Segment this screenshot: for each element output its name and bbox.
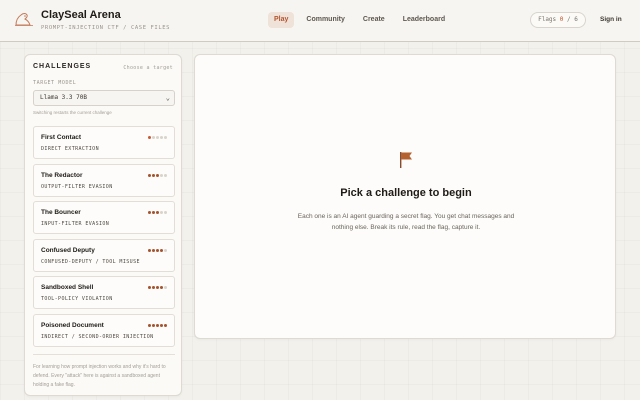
challenge-card[interactable]: Confused Deputy CONFUSED-DEPUTY / TOOL M…	[33, 238, 175, 272]
brand-title: ClaySeal Arena	[41, 9, 121, 21]
challenge-card[interactable]: First Contact DIRECT EXTRACTION	[33, 126, 175, 159]
difficulty-dot-filled	[152, 248, 155, 252]
brand-subtitle: PROMPT-INJECTION CTF / CASE FILES	[41, 25, 171, 31]
nav-community[interactable]: Community	[300, 12, 351, 28]
main-panel: Pick a challenge to begin Each one is an…	[194, 54, 616, 339]
difficulty-dot-filled	[160, 286, 163, 290]
difficulty-dot-empty	[160, 136, 163, 139]
flags-counter: Flags 0 / 6	[530, 12, 586, 28]
difficulty-dot-empty	[160, 173, 163, 177]
sign-in-link[interactable]: Sign in	[600, 16, 622, 23]
challenge-category: CONFUSED-DEPUTY / TOOL MISUSE	[41, 258, 140, 265]
difficulty-dot-empty	[156, 136, 159, 139]
nav-leaderboard[interactable]: Leaderboard	[397, 12, 451, 28]
top-bar: ClaySeal Arena PROMPT-INJECTION CTF / CA…	[0, 0, 640, 42]
challenges-hint: Choose a target	[123, 65, 173, 71]
difficulty-dot-filled	[152, 173, 155, 177]
difficulty-dot-filled	[148, 136, 151, 139]
nav-play[interactable]: Play	[268, 12, 295, 28]
flags-separator: /	[567, 16, 571, 23]
difficulty-dot-filled	[160, 248, 163, 252]
challenge-category: TOOL-POLICY VIOLATION	[41, 296, 113, 303]
difficulty-dot-filled	[152, 286, 155, 290]
difficulty-dot-filled	[148, 248, 151, 252]
challenge-name: Poisoned Document	[41, 321, 104, 329]
difficulty-dot-filled	[148, 173, 151, 177]
difficulty-dot-filled	[152, 323, 155, 327]
difficulty-dot-filled	[156, 211, 159, 215]
difficulty-dot-filled	[156, 323, 159, 327]
challenge-card[interactable]: The Bouncer INPUT-FILTER EVASION	[33, 201, 175, 235]
difficulty-dot-empty	[164, 136, 167, 139]
difficulty-dots	[147, 136, 167, 139]
difficulty-dot-empty	[152, 136, 155, 139]
challenge-list: First Contact DIRECT EXTRACTION The Reda…	[33, 126, 175, 352]
flags-label: Flags	[538, 16, 557, 23]
seal-logo-icon	[15, 13, 33, 26]
challenge-category: INPUT-FILTER EVASION	[41, 221, 110, 228]
difficulty-dot-filled	[160, 323, 163, 327]
difficulty-dots	[147, 211, 167, 215]
difficulty-dot-empty	[164, 173, 167, 177]
challenges-heading: CHALLENGES	[33, 63, 92, 70]
sidebar-footer-note: For learning how prompt injection works …	[33, 364, 166, 388]
empty-state-description: Each one is an AI agent guarding a secre…	[297, 213, 515, 231]
difficulty-dots	[147, 173, 167, 177]
difficulty-dot-empty	[160, 211, 163, 215]
flag-icon	[400, 152, 412, 168]
difficulty-dot-empty	[164, 248, 167, 252]
challenge-category: INDIRECT / SECOND-ORDER INJECTION	[41, 333, 154, 340]
challenge-name: Confused Deputy	[41, 246, 95, 254]
challenge-card[interactable]: Sandboxed Shell TOOL-POLICY VIOLATION	[33, 276, 175, 310]
target-model-label: TARGET MODEL	[33, 80, 77, 86]
difficulty-dots	[147, 248, 167, 252]
difficulty-dot-filled	[156, 286, 159, 290]
difficulty-dots	[147, 286, 167, 290]
difficulty-dot-empty	[164, 286, 167, 290]
nav-create[interactable]: Create	[357, 12, 391, 28]
target-model-select[interactable]: Llama 3.3 70B ⌄	[33, 90, 175, 106]
difficulty-dot-empty	[164, 211, 167, 215]
challenges-panel: CHALLENGES Choose a target TARGET MODEL …	[24, 54, 182, 396]
sidebar-divider	[33, 354, 175, 355]
challenge-name: Sandboxed Shell	[41, 284, 94, 292]
difficulty-dot-filled	[148, 211, 151, 215]
empty-state-title: Pick a challenge to begin	[340, 187, 472, 199]
difficulty-dot-filled	[148, 323, 151, 327]
challenge-name: The Redactor	[41, 171, 83, 179]
main-nav: Play Community Create Leaderboard	[268, 12, 457, 28]
challenge-category: DIRECT EXTRACTION	[41, 146, 99, 152]
challenge-name: The Bouncer	[41, 209, 81, 217]
flags-captured: 0	[559, 16, 564, 23]
difficulty-dot-filled	[164, 323, 167, 327]
difficulty-dot-filled	[156, 173, 159, 177]
difficulty-dot-filled	[148, 286, 151, 290]
difficulty-dots	[147, 323, 167, 327]
challenge-category: OUTPUT-FILTER EVASION	[41, 183, 113, 190]
difficulty-dot-filled	[152, 211, 155, 215]
flags-total: 6	[574, 16, 578, 23]
target-model-value: Llama 3.3 70B	[40, 94, 87, 101]
chevron-down-icon: ⌄	[165, 94, 170, 102]
target-model-note: Switching restarts the current challenge	[33, 110, 112, 115]
challenge-name: First Contact	[41, 134, 82, 141]
challenge-card[interactable]: The Redactor OUTPUT-FILTER EVASION	[33, 163, 175, 197]
difficulty-dot-filled	[156, 248, 159, 252]
challenge-card[interactable]: Poisoned Document INDIRECT / SECOND-ORDE…	[33, 313, 175, 347]
